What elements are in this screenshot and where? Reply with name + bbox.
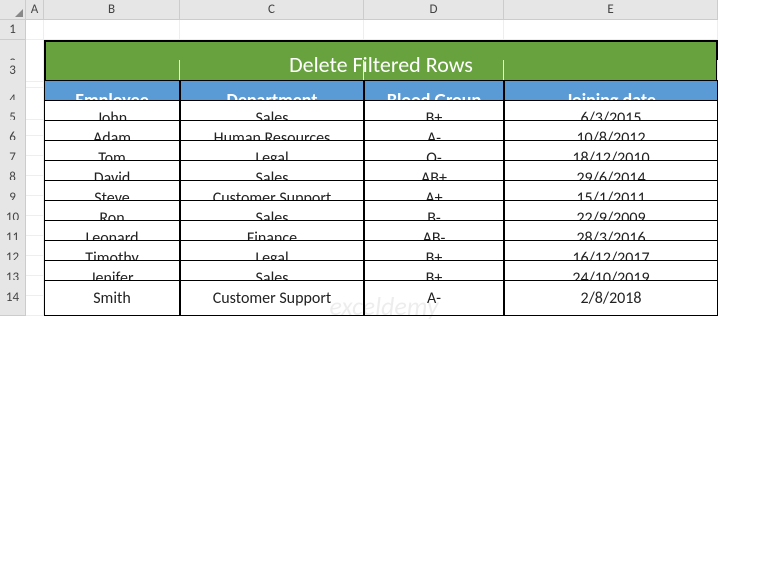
cell-C3[interactable] <box>180 60 364 82</box>
data-cell-r9-c1[interactable]: Customer Support <box>180 280 364 316</box>
cell-D1[interactable] <box>364 20 504 40</box>
col-header-B[interactable]: B <box>44 0 180 20</box>
row-header-14[interactable]: 14 <box>0 280 26 316</box>
data-cell-r9-c2[interactable]: A- <box>364 280 504 316</box>
col-header-C[interactable]: C <box>180 0 364 20</box>
cell-C1[interactable] <box>180 20 364 40</box>
row-header-1[interactable]: 1 <box>0 20 26 40</box>
col-header-E[interactable]: E <box>504 0 718 20</box>
col-header-A[interactable]: A <box>26 0 44 20</box>
cell-E1[interactable] <box>504 20 718 40</box>
cell-B1[interactable] <box>44 20 180 40</box>
cell-A1[interactable] <box>26 20 44 40</box>
cell-D3[interactable] <box>364 60 504 82</box>
col-header-D[interactable]: D <box>364 0 504 20</box>
cell-E3[interactable] <box>504 60 718 82</box>
cell-B3[interactable] <box>44 60 180 82</box>
cell-A3[interactable] <box>26 60 44 82</box>
data-cell-r9-c0[interactable]: Smith <box>44 280 180 316</box>
select-all-cell[interactable] <box>0 0 26 20</box>
row-header-3[interactable]: 3 <box>0 60 26 82</box>
data-cell-r9-c3[interactable]: 2/8/2018 <box>504 280 718 316</box>
cell-A14[interactable] <box>26 280 44 316</box>
